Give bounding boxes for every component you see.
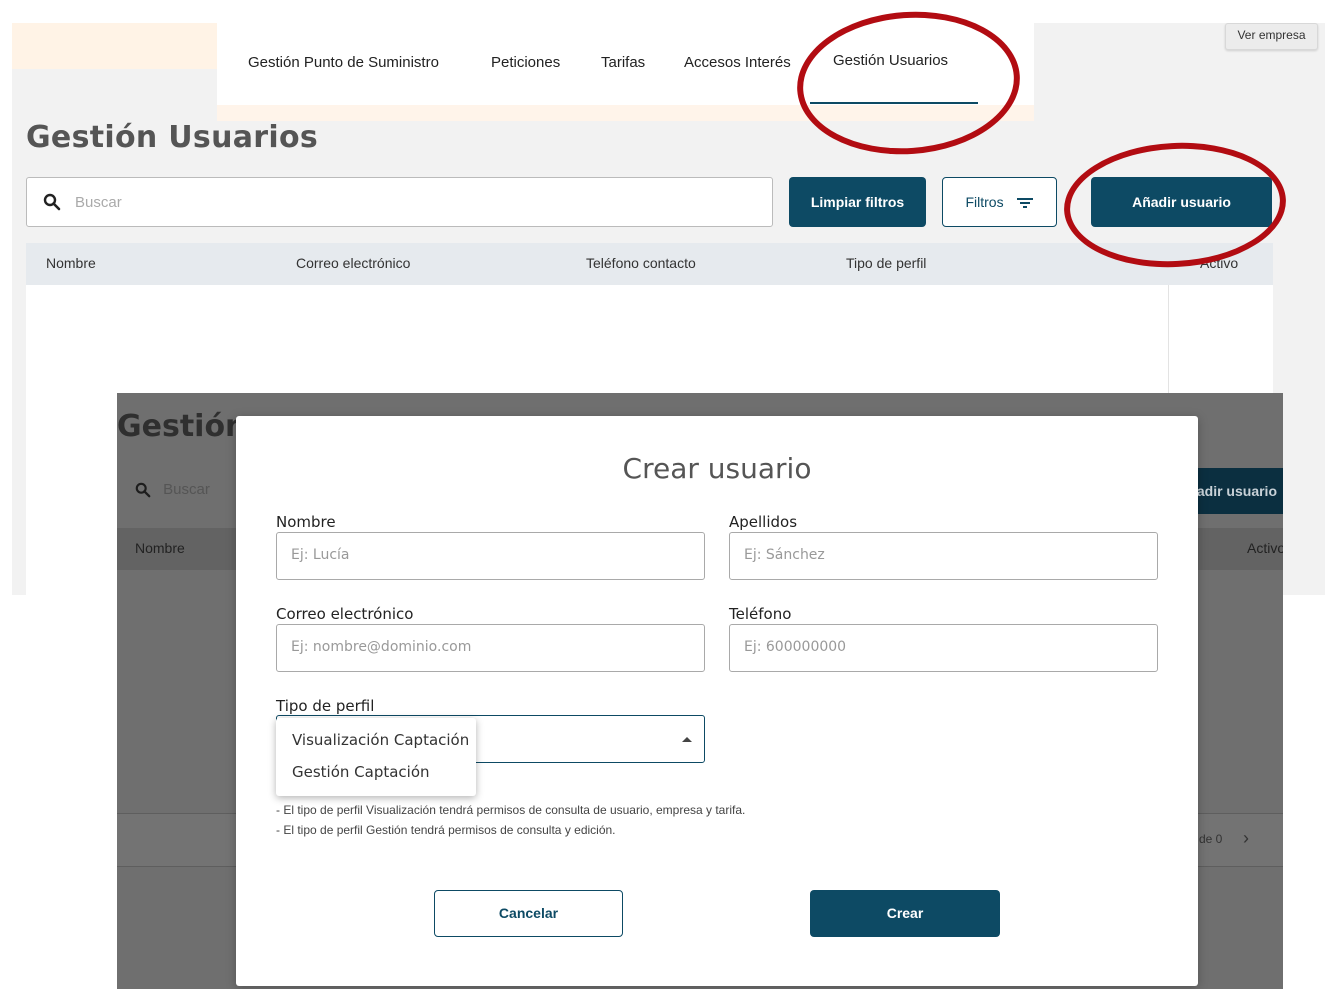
table-header: Nombre Correo electrónico Teléfono conta… <box>26 243 1273 285</box>
option-gestion-captacion[interactable]: Gestión Captación <box>292 763 430 781</box>
filters-label: Filtros <box>965 194 1004 210</box>
col-correo[interactable]: Correo electrónico <box>296 255 410 271</box>
search-placeholder: Buscar <box>75 194 122 211</box>
nombre-field[interactable]: Ej: Lucía <box>276 532 705 580</box>
profile-note-2: - El tipo de perfil Gestión tendrá permi… <box>276 823 616 837</box>
create-button[interactable]: Crear <box>810 890 1000 937</box>
col-telefono[interactable]: Teléfono contacto <box>586 255 696 271</box>
chevron-right-icon: › <box>1243 828 1249 848</box>
search-icon <box>43 193 61 211</box>
email-field[interactable]: Ej: nombre@dominio.com <box>276 624 705 672</box>
cancel-button[interactable]: Cancelar <box>434 890 623 937</box>
col-tipo-perfil[interactable]: Tipo de perfil <box>846 255 926 271</box>
filter-icon <box>1016 198 1033 209</box>
tipo-perfil-dropdown: Visualización Captación Gestión Captació… <box>276 718 476 796</box>
col-nombre[interactable]: Nombre <box>46 255 96 271</box>
apellidos-placeholder: Ej: Sánchez <box>744 547 825 563</box>
dimmed-page-title: Gestión <box>117 409 247 444</box>
dimmed-add-user-label: Añadir usuario <box>1197 483 1277 499</box>
dimmed-add-user-button: Añadir usuario <box>1197 468 1283 514</box>
tipo-perfil-label: Tipo de perfil <box>276 697 375 715</box>
page-title: Gestión Usuarios <box>26 120 319 155</box>
email-placeholder: Ej: nombre@dominio.com <box>291 639 472 655</box>
nav-item-punto-suministro[interactable]: Gestión Punto de Suministro <box>248 54 439 71</box>
profile-note-1: - El tipo de perfil Visualización tendrá… <box>276 803 746 817</box>
nombre-label: Nombre <box>276 513 336 531</box>
create-user-modal: Crear usuario Nombre Ej: Lucía Apellidos… <box>236 416 1198 986</box>
dimmed-col-nombre: Nombre <box>135 540 185 556</box>
filters-button[interactable]: Filtros <box>942 177 1057 227</box>
nav-item-accesos-interes[interactable]: Accesos Interés <box>684 54 791 71</box>
search-icon <box>135 482 151 498</box>
telefono-field[interactable]: Ej: 600000000 <box>729 624 1158 672</box>
ver-empresa-button[interactable]: Ver empresa <box>1225 23 1318 50</box>
dimmed-search: Buscar <box>135 481 210 498</box>
clear-filters-button[interactable]: Limpiar filtros <box>789 177 926 227</box>
modal-title: Crear usuario <box>622 452 812 485</box>
search-input[interactable]: Buscar <box>26 177 773 227</box>
nombre-placeholder: Ej: Lucía <box>291 547 350 563</box>
dimmed-search-placeholder: Buscar <box>163 481 210 498</box>
nav-item-peticiones[interactable]: Peticiones <box>491 54 560 71</box>
nav-item-tarifas[interactable]: Tarifas <box>601 54 645 71</box>
correo-label: Correo electrónico <box>276 605 414 623</box>
apellidos-field[interactable]: Ej: Sánchez <box>729 532 1158 580</box>
caret-up-icon <box>682 737 692 742</box>
dimmed-col-activo: Activo <box>1247 540 1283 556</box>
telefono-label: Teléfono <box>729 605 792 623</box>
dimmed-pagination-text: de 0 <box>1199 832 1223 846</box>
screenshot-composite: Gestión Punto de Suministro Peticiones T… <box>0 0 1325 989</box>
telefono-placeholder: Ej: 600000000 <box>744 639 847 655</box>
option-visualizacion-captacion[interactable]: Visualización Captación <box>292 731 469 749</box>
apellidos-label: Apellidos <box>729 513 798 531</box>
